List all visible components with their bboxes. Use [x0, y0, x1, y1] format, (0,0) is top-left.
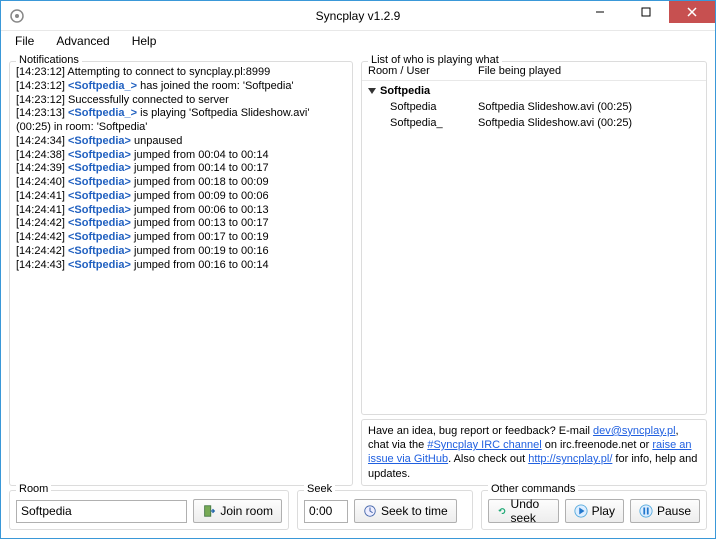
log-line: [14:24:42] <Softpedia> jumped from 00:19…	[16, 245, 346, 259]
log-line: [14:23:12] Successfully connected to ser…	[16, 94, 346, 108]
menubar: File Advanced Help	[1, 31, 715, 51]
room-group: Room Join room	[9, 490, 289, 530]
log-line: [14:24:40] <Softpedia> jumped from 00:18…	[16, 176, 346, 190]
window-controls	[577, 1, 715, 23]
bottom-bar: Room Join room Seek Seek to time Other c…	[1, 490, 715, 538]
userlist-row[interactable]: SoftpediaSoftpedia Slideshow.avi (00:25)	[368, 99, 700, 115]
log-line: [14:23:12] Attempting to connect to sync…	[16, 66, 346, 80]
log-line: [14:23:13] <Softpedia_> is playing 'Soft…	[16, 107, 346, 135]
userlist-room-row[interactable]: Softpedia	[368, 83, 700, 99]
close-button[interactable]	[669, 1, 715, 23]
userlist-col-room[interactable]: Room / User	[368, 65, 478, 77]
log-line: [14:23:12] <Softpedia_> has joined the r…	[16, 80, 346, 94]
door-icon	[202, 504, 216, 518]
right-column: List of who is playing what Room / User …	[361, 55, 707, 486]
expand-icon	[368, 88, 376, 94]
notifications-log[interactable]: [14:23:12] Attempting to connect to sync…	[10, 62, 352, 485]
email-link[interactable]: dev@syncplay.pl	[593, 425, 676, 437]
log-line: [14:24:41] <Softpedia> jumped from 00:09…	[16, 190, 346, 204]
irc-link[interactable]: #Syncplay IRC channel	[427, 439, 541, 451]
undo-icon	[497, 504, 507, 518]
userlist-username: Softpedia	[390, 101, 478, 113]
log-line: [14:24:41] <Softpedia> jumped from 00:06…	[16, 204, 346, 218]
seek-group: Seek Seek to time	[297, 490, 473, 530]
userlist-col-file[interactable]: File being played	[478, 65, 561, 77]
userlist-label: List of who is playing what	[368, 54, 502, 66]
log-line: [14:24:42] <Softpedia> jumped from 00:17…	[16, 231, 346, 245]
main-area: Notifications [14:23:12] Attempting to c…	[1, 51, 715, 490]
left-column: Notifications [14:23:12] Attempting to c…	[9, 55, 353, 486]
log-line: [14:24:39] <Softpedia> jumped from 00:14…	[16, 162, 346, 176]
log-line: [14:24:43] <Softpedia> jumped from 00:16…	[16, 259, 346, 273]
minimize-button[interactable]	[577, 1, 623, 23]
notifications-label: Notifications	[16, 54, 82, 66]
join-room-button[interactable]: Join room	[193, 499, 282, 523]
play-button[interactable]: Play	[565, 499, 624, 523]
pause-button[interactable]: Pause	[630, 499, 700, 523]
play-icon	[574, 504, 588, 518]
maximize-button[interactable]	[623, 1, 669, 23]
room-name: Softpedia	[380, 85, 430, 97]
userlist-panel: List of who is playing what Room / User …	[361, 61, 707, 415]
userlist-row[interactable]: Softpedia_Softpedia Slideshow.avi (00:25…	[368, 115, 700, 131]
log-line: [14:24:42] <Softpedia> jumped from 00:13…	[16, 217, 346, 231]
clock-icon	[363, 504, 377, 518]
menu-file[interactable]: File	[5, 32, 44, 50]
userlist-body[interactable]: Softpedia SoftpediaSoftpedia Slideshow.a…	[362, 81, 706, 133]
other-label: Other commands	[488, 483, 578, 495]
seek-label: Seek	[304, 483, 335, 495]
titlebar: Syncplay v1.2.9	[1, 1, 715, 31]
log-line: [14:24:34] <Softpedia> unpaused	[16, 135, 346, 149]
website-link[interactable]: http://syncplay.pl/	[528, 453, 612, 465]
undo-seek-button[interactable]: Undo seek	[488, 499, 559, 523]
userlist-file: Softpedia Slideshow.avi (00:25)	[478, 101, 632, 113]
menu-help[interactable]: Help	[122, 32, 167, 50]
room-label: Room	[16, 483, 51, 495]
pause-icon	[639, 504, 653, 518]
seek-input[interactable]	[304, 500, 348, 523]
seek-button[interactable]: Seek to time	[354, 499, 457, 523]
log-line: [14:24:38] <Softpedia> jumped from 00:04…	[16, 149, 346, 163]
window-title: Syncplay v1.2.9	[316, 9, 401, 23]
room-input[interactable]	[16, 500, 187, 523]
userlist-username: Softpedia_	[390, 117, 478, 129]
menu-advanced[interactable]: Advanced	[46, 32, 119, 50]
other-group: Other commands Undo seek Play Pause	[481, 490, 707, 530]
app-icon	[9, 8, 25, 24]
userlist-file: Softpedia Slideshow.avi (00:25)	[478, 117, 632, 129]
notifications-panel: Notifications [14:23:12] Attempting to c…	[9, 61, 353, 486]
feedback-panel: Have an idea, bug report or feedback? E-…	[361, 419, 707, 486]
